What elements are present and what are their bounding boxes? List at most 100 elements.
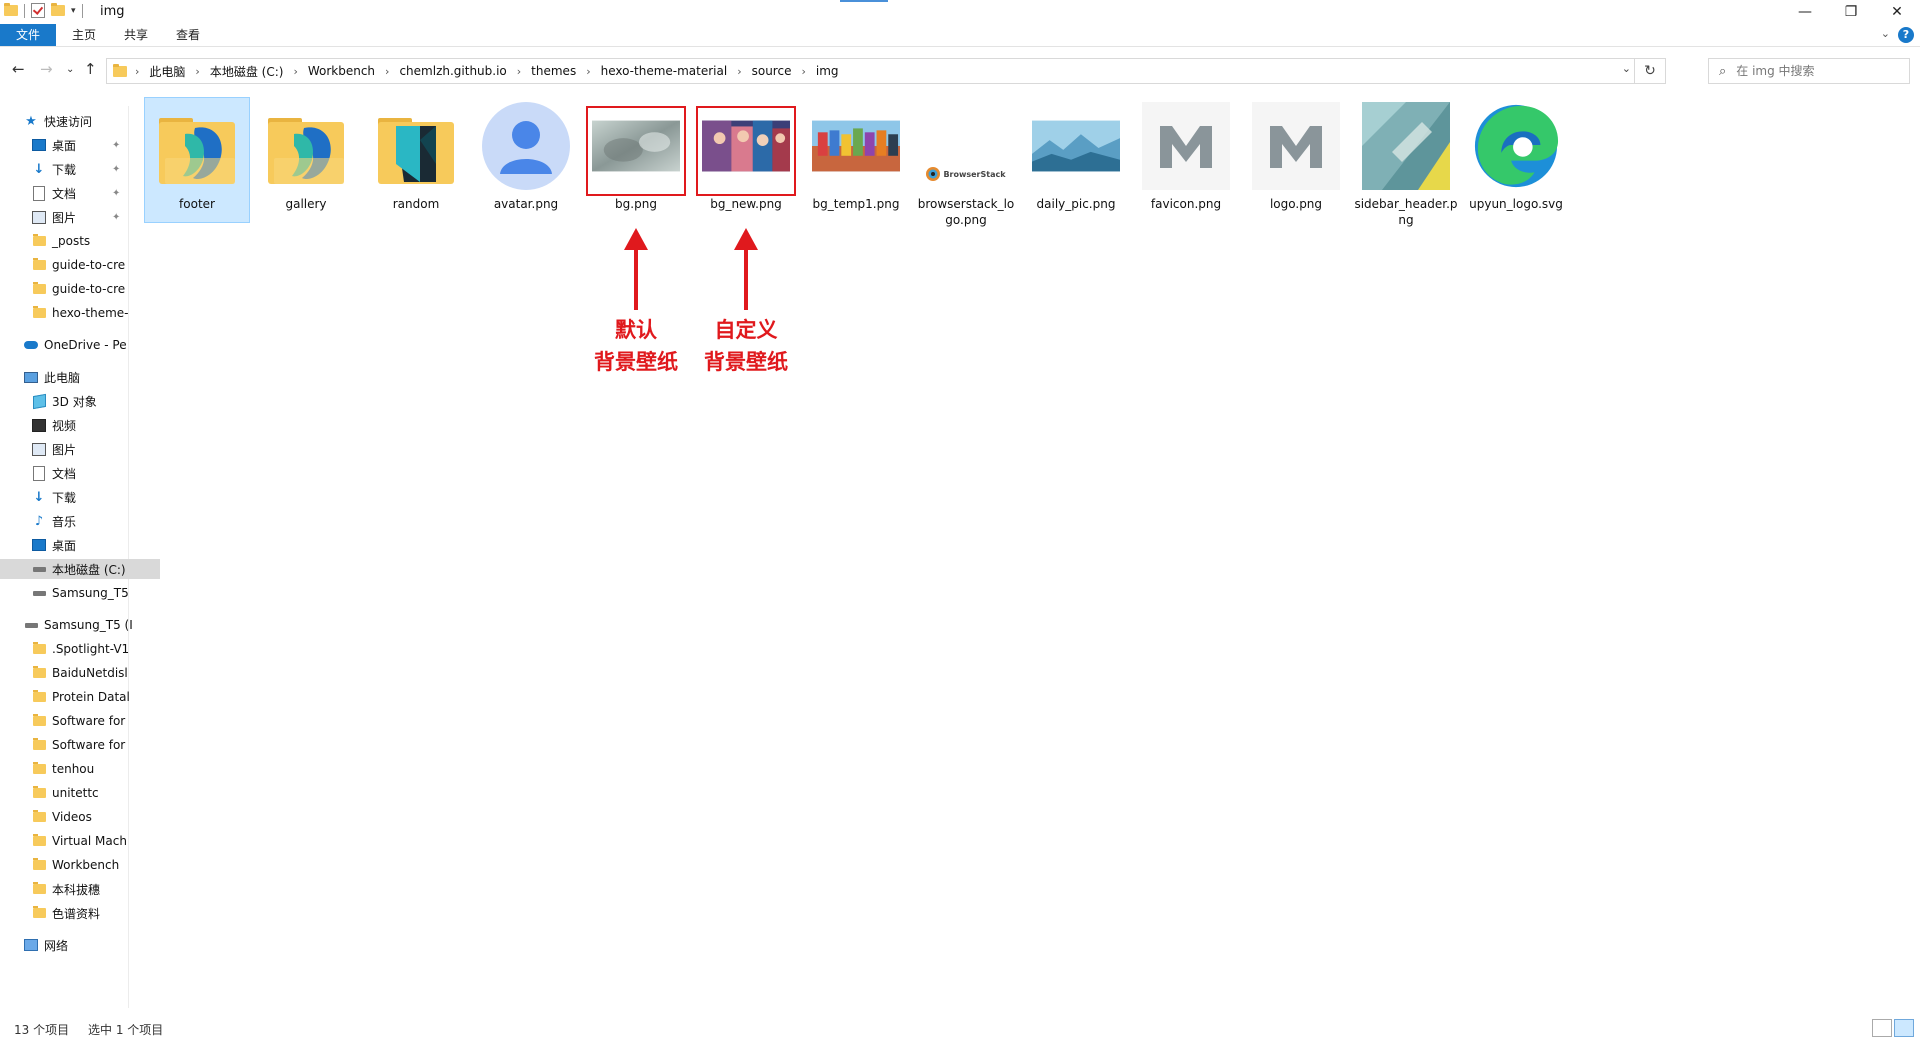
chevron-right-icon[interactable]: ›: [797, 65, 809, 78]
file-item-image[interactable]: logo.png: [1244, 98, 1348, 222]
sidebar-item-folder[interactable]: unitettc: [0, 783, 160, 803]
sidebar-item-folder[interactable]: Virtual Mach: [0, 831, 160, 851]
tab-view[interactable]: 查看: [166, 24, 210, 46]
file-item-image[interactable]: daily_pic.png: [1024, 98, 1128, 222]
pin-icon: ✦: [112, 139, 121, 151]
sidebar-item-folder[interactable]: Videos: [0, 807, 160, 827]
chevron-right-icon[interactable]: ›: [191, 65, 203, 78]
sidebar-item-documents[interactable]: 文档: [0, 463, 160, 483]
sidebar-item-local-disk-c[interactable]: 本地磁盘 (C:): [0, 559, 160, 579]
sidebar-item-samsung-t5-drive[interactable]: Samsung_T5 (I: [0, 615, 152, 635]
sidebar-item-quick-access[interactable]: ★ 快速访问: [0, 111, 152, 131]
address-dropdown-icon[interactable]: ⌄: [1622, 62, 1631, 75]
close-button[interactable]: ✕: [1874, 0, 1920, 24]
up-arrow-icon[interactable]: ↑: [84, 60, 97, 78]
sidebar-item-desktop[interactable]: 桌面 ✦: [0, 135, 160, 155]
edge-logo-thumbnail: [1472, 102, 1560, 190]
sidebar-item-this-pc[interactable]: 此电脑: [0, 367, 152, 387]
file-item-folder[interactable]: gallery: [254, 98, 358, 222]
file-item-folder[interactable]: footer: [144, 97, 250, 223]
properties-icon[interactable]: [31, 3, 45, 18]
breadcrumb-item[interactable]: themes: [525, 64, 582, 78]
pin-icon: ✦: [112, 163, 121, 175]
customize-toolbar-icon[interactable]: ▾: [71, 6, 76, 16]
sidebar-item-folder[interactable]: tenhou: [0, 759, 160, 779]
sidebar-item-music[interactable]: ♪ 音乐: [0, 511, 160, 531]
breadcrumb-item[interactable]: hexo-theme-material: [595, 64, 734, 78]
breadcrumb-item[interactable]: 本地磁盘 (C:): [204, 63, 290, 80]
folder-icon: [32, 714, 46, 728]
breadcrumb-item[interactable]: img: [810, 64, 845, 78]
breadcrumb-item[interactable]: source: [746, 64, 798, 78]
sidebar-item-documents[interactable]: 文档 ✦: [0, 183, 160, 203]
material-header-thumbnail: [1362, 102, 1450, 190]
restore-button[interactable]: ❐: [1828, 0, 1874, 24]
avatar-thumbnail: [482, 102, 570, 190]
file-name: footer: [179, 197, 215, 211]
tab-share[interactable]: 共享: [114, 24, 158, 46]
chevron-right-icon[interactable]: ›: [381, 65, 393, 78]
sidebar-item-folder[interactable]: 色谱资料: [0, 903, 160, 923]
refresh-icon[interactable]: ↻: [1634, 59, 1665, 83]
file-item-image[interactable]: BrowserStack browserstack_logo.png: [914, 98, 1018, 227]
sidebar-item-folder[interactable]: Software for: [0, 735, 160, 755]
sidebar-item-network[interactable]: 网络: [0, 935, 152, 955]
file-name: sidebar_header.png: [1354, 197, 1458, 227]
sidebar-item-folder[interactable]: Protein Datal: [0, 687, 160, 707]
file-item-folder[interactable]: random: [364, 98, 468, 222]
file-item-image[interactable]: avatar.png: [474, 98, 578, 222]
folder-icon: [32, 762, 46, 776]
search-box[interactable]: ⌕: [1708, 58, 1910, 84]
file-name: avatar.png: [493, 197, 559, 211]
file-item-image[interactable]: sidebar_header.png: [1354, 98, 1458, 227]
chevron-right-icon[interactable]: ›: [582, 65, 594, 78]
details-view-icon[interactable]: [1872, 1019, 1892, 1037]
sidebar-item-videos[interactable]: 视频: [0, 415, 160, 435]
search-input[interactable]: [1734, 63, 1889, 79]
large-icons-view-icon[interactable]: [1894, 1019, 1914, 1037]
breadcrumb-item[interactable]: chemlzh.github.io: [393, 64, 512, 78]
file-item-image[interactable]: favicon.png: [1134, 98, 1238, 222]
navigation-pane[interactable]: ★ 快速访问 桌面 ✦ ↓ 下载 ✦ 文档 ✦ 图片 ✦ _posts guide-to-c…: [0, 106, 160, 1008]
sidebar-item-onedrive[interactable]: OneDrive - Pe: [0, 335, 152, 355]
tab-file[interactable]: 文件: [0, 24, 56, 46]
folder-icon: [32, 690, 46, 704]
sidebar-item-folder[interactable]: _posts: [0, 231, 160, 251]
sidebar-item-downloads[interactable]: ↓ 下载: [0, 487, 160, 507]
sidebar-item-folder[interactable]: 本科拔穗: [0, 879, 160, 899]
sidebar-item-desktop[interactable]: 桌面: [0, 535, 160, 555]
sidebar-item-samsung-t5[interactable]: Samsung_T5: [0, 583, 160, 603]
folder-icon: [32, 906, 46, 920]
sidebar-item-pictures[interactable]: 图片: [0, 439, 160, 459]
breadcrumb: 此电脑 › 本地磁盘 (C:) › Workbench › chemlzh.githu…: [143, 59, 844, 83]
folder-icon: [32, 258, 46, 272]
help-icon[interactable]: ?: [1898, 27, 1914, 43]
forward-arrow-icon[interactable]: →: [40, 60, 53, 78]
file-item-image[interactable]: bg_temp1.png: [804, 98, 908, 222]
chevron-right-icon[interactable]: ›: [733, 65, 745, 78]
video-icon: [32, 418, 46, 432]
tab-home[interactable]: 主页: [62, 24, 106, 46]
chevron-right-icon[interactable]: ›: [289, 65, 301, 78]
sidebar-item-folder[interactable]: guide-to-cre: [0, 255, 160, 275]
back-arrow-icon[interactable]: ←: [12, 60, 25, 78]
expand-ribbon-icon[interactable]: ⌄: [1881, 27, 1890, 40]
sidebar-item-folder[interactable]: hexo-theme-: [0, 303, 160, 323]
sidebar-item-folder[interactable]: .Spotlight-V1: [0, 639, 160, 659]
file-item-image[interactable]: upyun_logo.svg: [1464, 98, 1568, 222]
sidebar-item-folder[interactable]: guide-to-cre: [0, 279, 160, 299]
folder-icon: [32, 642, 46, 656]
breadcrumb-item[interactable]: Workbench: [302, 64, 381, 78]
breadcrumb-item[interactable]: 此电脑: [143, 63, 191, 80]
address-bar[interactable]: › 此电脑 › 本地磁盘 (C:) › Workbench › chemlzh.git…: [106, 58, 1666, 84]
sidebar-item-folder[interactable]: Workbench: [0, 855, 160, 875]
recent-locations-icon[interactable]: ⌄: [66, 64, 74, 75]
sidebar-item-downloads[interactable]: ↓ 下载 ✦: [0, 159, 160, 179]
sidebar-item-folder[interactable]: Software for: [0, 711, 160, 731]
sidebar-item-pictures[interactable]: 图片 ✦: [0, 207, 160, 227]
sidebar-item-3d-objects[interactable]: 3D 对象: [0, 391, 160, 411]
sidebar-item-folder[interactable]: BaiduNetdisl: [0, 663, 160, 683]
minimize-button[interactable]: —: [1782, 0, 1828, 24]
new-folder-icon[interactable]: [51, 3, 65, 16]
chevron-right-icon[interactable]: ›: [513, 65, 525, 78]
